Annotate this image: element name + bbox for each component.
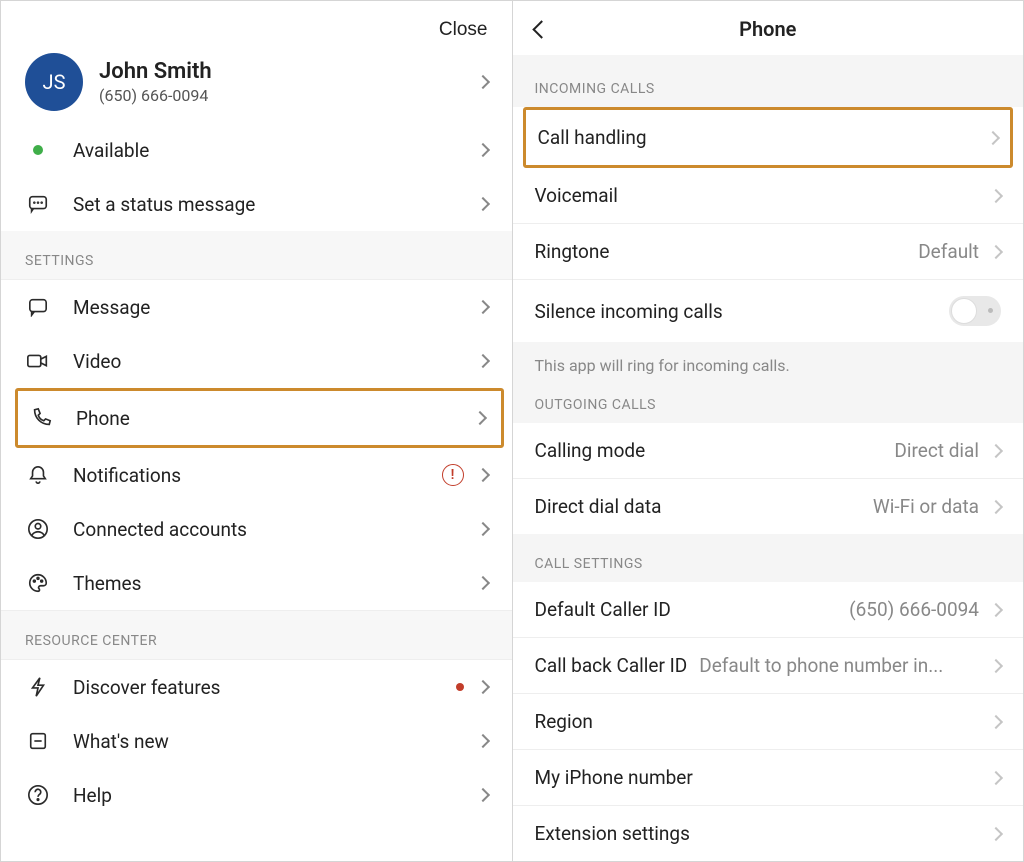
chevron-right-icon: [989, 499, 1003, 513]
profile-phone: (650) 666-0094: [99, 86, 478, 105]
chevron-right-icon: [989, 770, 1003, 784]
ringtone-row[interactable]: Ringtone Default: [513, 224, 1024, 280]
chat-bubble-icon: [25, 191, 51, 217]
close-button[interactable]: Close: [439, 19, 488, 41]
help-row[interactable]: Help: [1, 768, 512, 822]
call-handling-row[interactable]: Call handling: [526, 110, 1011, 165]
presence-dot-icon: [33, 145, 43, 155]
chevron-right-icon: [475, 734, 489, 748]
default-caller-id-row[interactable]: Default Caller ID (650) 666-0094: [513, 582, 1024, 638]
settings-notifications-row[interactable]: Notifications !: [1, 448, 512, 502]
chevron-right-icon: [989, 602, 1003, 616]
person-circle-icon: [25, 516, 51, 542]
alert-icon: !: [442, 464, 464, 486]
note-icon: [25, 728, 51, 754]
whats-new-row[interactable]: What's new: [1, 714, 512, 768]
chevron-right-icon: [475, 576, 489, 590]
chevron-right-icon: [475, 680, 489, 694]
status-label: Set a status message: [73, 193, 478, 216]
chevron-right-icon: [475, 75, 489, 89]
chevron-right-icon: [475, 300, 489, 314]
avatar: JS: [25, 53, 83, 111]
silence-toggle[interactable]: [949, 296, 1001, 326]
outgoing-calls-header: OUTGOING CALLS: [513, 383, 1024, 423]
discover-features-row[interactable]: Discover features: [1, 660, 512, 714]
callback-caller-value: Default to phone number in...: [699, 654, 979, 677]
resource-center-header: RESOURCE CENTER: [1, 610, 512, 660]
settings-phone-row[interactable]: Phone: [18, 391, 501, 445]
direct-dial-data-row[interactable]: Direct dial data Wi-Fi or data: [513, 479, 1024, 534]
calling-mode-value: Direct dial: [894, 439, 979, 462]
nav-title: Phone: [739, 17, 796, 41]
presence-row[interactable]: Available: [1, 123, 512, 177]
phone-settings-panel: Phone INCOMING CALLS Call handling Voice…: [513, 1, 1024, 861]
chevron-right-icon: [989, 714, 1003, 728]
profile-name: John Smith: [99, 59, 478, 84]
video-icon: [25, 348, 51, 374]
chevron-right-icon: [475, 143, 489, 157]
call-settings-header: CALL SETTINGS: [513, 542, 1024, 582]
status-message-row[interactable]: Set a status message: [1, 177, 512, 231]
default-caller-value: (650) 666-0094: [849, 598, 979, 621]
settings-video-row[interactable]: Video: [1, 334, 512, 388]
chevron-right-icon: [989, 826, 1003, 840]
back-button[interactable]: [532, 20, 550, 38]
direct-dial-value: Wi-Fi or data: [873, 495, 979, 518]
settings-list-panel: Close JS John Smith (650) 666-0094 Avail…: [1, 1, 513, 861]
presence-label: Available: [73, 139, 478, 162]
chevron-right-icon: [986, 130, 1000, 144]
chevron-right-icon: [475, 354, 489, 368]
region-row[interactable]: Region: [513, 694, 1024, 750]
silence-note: This app will ring for incoming calls.: [513, 342, 1024, 383]
phone-icon: [28, 405, 54, 431]
chevron-right-icon: [989, 443, 1003, 457]
chevron-right-icon: [989, 244, 1003, 258]
lightning-icon: [25, 674, 51, 700]
my-iphone-number-row[interactable]: My iPhone number: [513, 750, 1024, 806]
extension-settings-row[interactable]: Extension settings: [513, 806, 1024, 861]
chevron-right-icon: [989, 188, 1003, 202]
profile-row[interactable]: JS John Smith (650) 666-0094: [1, 49, 512, 123]
phone-row-highlight: Phone: [15, 388, 504, 448]
callback-caller-id-row[interactable]: Call back Caller ID Default to phone num…: [513, 638, 1024, 694]
calling-mode-row[interactable]: Calling mode Direct dial: [513, 423, 1024, 479]
settings-themes-row[interactable]: Themes: [1, 556, 512, 610]
palette-icon: [25, 570, 51, 596]
chevron-right-icon: [475, 197, 489, 211]
chevron-right-icon: [989, 658, 1003, 672]
settings-message-row[interactable]: Message: [1, 280, 512, 334]
voicemail-row[interactable]: Voicemail: [513, 168, 1024, 224]
settings-section-header: SETTINGS: [1, 231, 512, 280]
incoming-calls-header: INCOMING CALLS: [513, 55, 1024, 107]
chevron-right-icon: [472, 411, 486, 425]
call-handling-highlight: Call handling: [523, 107, 1014, 168]
message-icon: [25, 294, 51, 320]
chevron-right-icon: [475, 468, 489, 482]
silence-calls-row[interactable]: Silence incoming calls: [513, 280, 1024, 342]
chevron-right-icon: [475, 522, 489, 536]
ringtone-value: Default: [918, 240, 979, 263]
new-indicator-dot: [456, 683, 464, 691]
help-icon: [25, 782, 51, 808]
chevron-right-icon: [475, 788, 489, 802]
bell-icon: [25, 462, 51, 488]
settings-connected-accounts-row[interactable]: Connected accounts: [1, 502, 512, 556]
